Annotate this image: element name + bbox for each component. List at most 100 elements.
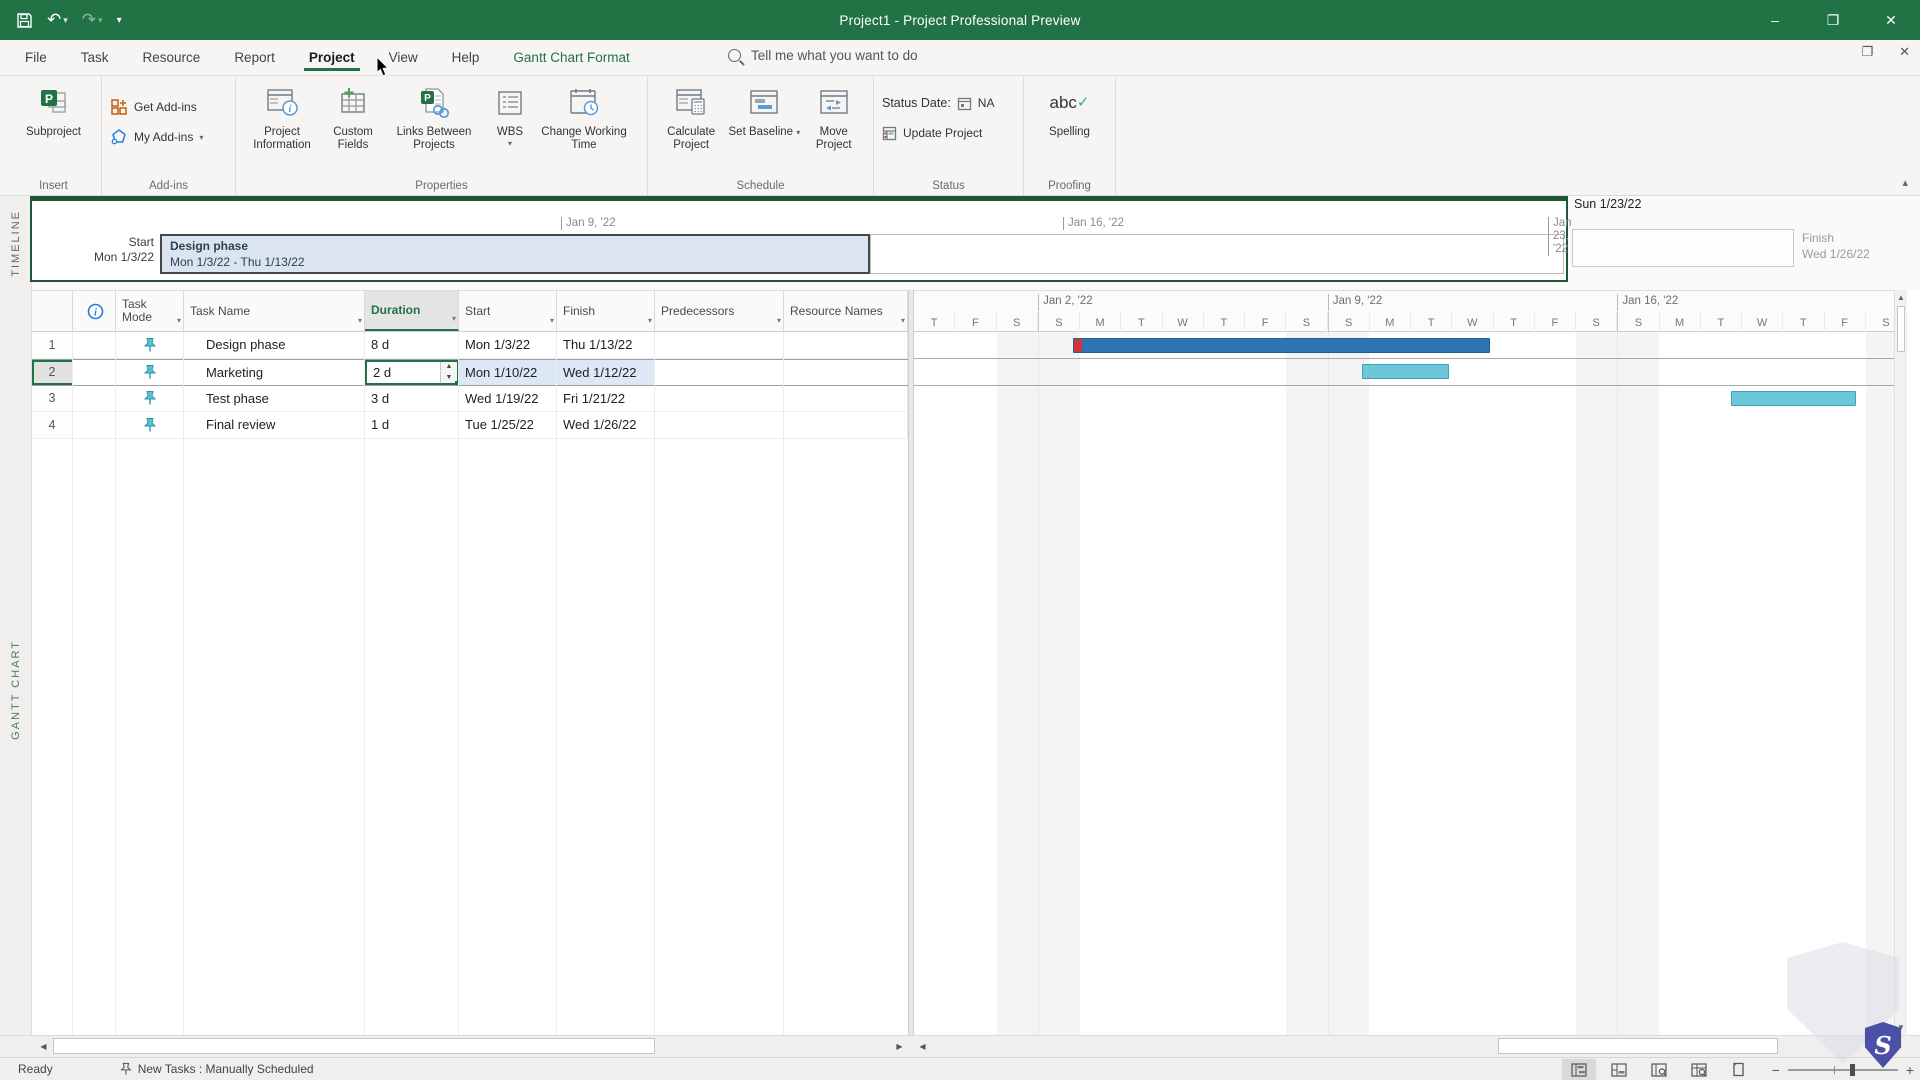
predecessors-cell[interactable] xyxy=(655,332,784,358)
view-report-button[interactable] xyxy=(1722,1059,1756,1080)
vertical-scroll-thumb[interactable] xyxy=(1897,306,1905,352)
zoom-in-button[interactable]: + xyxy=(1906,1062,1914,1078)
duration-cell[interactable]: 8 d xyxy=(365,332,459,358)
gantt-scroll-thumb[interactable] xyxy=(1498,1038,1778,1054)
minimize-button[interactable]: – xyxy=(1746,0,1804,40)
zoom-slider-thumb[interactable] xyxy=(1850,1064,1855,1076)
gantt-horizontal-scrollbar[interactable]: ◀ ▶ xyxy=(914,1038,1907,1055)
table-row[interactable]: 4 Final review 1 d Tue 1/25/22 Wed 1/26/… xyxy=(32,412,908,439)
calculate-project-button[interactable]: Calculate Project xyxy=(656,80,726,172)
predecessors-cell[interactable] xyxy=(655,412,784,438)
tab-report[interactable]: Report xyxy=(217,42,292,73)
table-row[interactable]: 3 Test phase 3 d Wed 1/19/22 Fri 1/21/22 xyxy=(32,386,908,413)
table-scroll-thumb[interactable] xyxy=(53,1038,655,1054)
row-number[interactable]: 2 xyxy=(32,360,73,385)
resource-names-cell[interactable] xyxy=(784,360,908,385)
table-horizontal-scrollbar[interactable]: ◀ ▶ xyxy=(35,1038,908,1055)
info-cell[interactable] xyxy=(73,386,116,412)
move-project-button[interactable]: Move Project xyxy=(802,80,865,172)
timeline-pane-strip[interactable]: TIMELINE xyxy=(0,196,32,290)
gantt-timescale-header[interactable]: Jan 2, '22Jan 9, '22Jan 16, '22 TFSSMTWT… xyxy=(914,290,1907,332)
scroll-up-icon[interactable]: ▲ xyxy=(1895,290,1907,305)
table-row-selected[interactable]: 2 Marketing 2 d ▲▼ Mon 1/10/22 Wed 1/12/… xyxy=(32,359,908,386)
predecessors-header[interactable]: Predecessors▾ xyxy=(655,291,784,331)
tell-me-search[interactable]: Tell me what you want to do xyxy=(728,48,918,63)
resource-names-cell[interactable] xyxy=(784,332,908,358)
spelling-button[interactable]: abc ✓ Spelling xyxy=(1032,80,1107,172)
finish-cell[interactable]: Thu 1/13/22 xyxy=(557,332,655,358)
change-working-time-button[interactable]: Change Working Time xyxy=(538,80,630,172)
gantt-bar[interactable] xyxy=(1073,338,1490,353)
duration-spinner[interactable]: ▲▼ xyxy=(440,362,457,383)
zoom-slider[interactable] xyxy=(1788,1069,1898,1071)
start-cell[interactable]: Wed 1/19/22 xyxy=(459,386,557,412)
finish-cell[interactable]: Wed 1/26/22 xyxy=(557,412,655,438)
timeline-empty-bar[interactable] xyxy=(870,234,1564,274)
timeline-overflow-bar[interactable] xyxy=(1572,229,1794,267)
new-tasks-mode-button[interactable]: New Tasks : Manually Scheduled xyxy=(119,1062,314,1076)
start-cell[interactable]: Mon 1/10/22 xyxy=(459,360,557,385)
resource-names-cell[interactable] xyxy=(784,412,908,438)
restore-button[interactable]: ❐ xyxy=(1804,0,1862,40)
doc-restore-button[interactable]: ❐ xyxy=(1861,44,1873,60)
start-cell[interactable]: Mon 1/3/22 xyxy=(459,332,557,358)
links-between-projects-button[interactable]: P Links Between Projects xyxy=(386,80,482,172)
get-addins-button[interactable]: Get Add-ins xyxy=(110,94,203,120)
tab-file[interactable]: File xyxy=(8,42,64,73)
scroll-left-icon[interactable]: ◀ xyxy=(35,1038,52,1055)
duration-cell[interactable]: 1 d xyxy=(365,412,459,438)
start-header[interactable]: Start▾ xyxy=(459,291,557,331)
tab-resource[interactable]: Resource xyxy=(126,42,218,73)
task-name-cell[interactable]: Marketing xyxy=(184,360,365,385)
gantt-bar[interactable] xyxy=(1731,391,1856,406)
finish-cell[interactable]: Wed 1/12/22 xyxy=(557,360,655,385)
view-gantt-button[interactable] xyxy=(1562,1059,1596,1080)
collapse-ribbon-button[interactable]: ▴ xyxy=(1902,176,1908,189)
info-cell[interactable] xyxy=(73,360,116,385)
update-project-button[interactable]: Update Project xyxy=(882,120,994,146)
set-baseline-button[interactable]: Set Baseline ▾ xyxy=(726,80,802,172)
task-mode-cell[interactable] xyxy=(116,412,184,438)
task-mode-header[interactable]: Task Mode▾ xyxy=(116,291,184,331)
gantt-vertical-scrollbar[interactable]: ▲ ▼ xyxy=(1894,290,1907,1035)
tab-project[interactable]: Project xyxy=(292,42,372,73)
my-addins-button[interactable]: My Add-ins ▾ xyxy=(110,124,203,150)
duration-cell[interactable]: 3 d xyxy=(365,386,459,412)
task-mode-cell[interactable] xyxy=(116,332,184,358)
start-cell[interactable]: Tue 1/25/22 xyxy=(459,412,557,438)
table-row[interactable]: 1 Design phase 8 d Mon 1/3/22 Thu 1/13/2… xyxy=(32,332,908,359)
task-name-cell[interactable]: Final review xyxy=(184,412,365,438)
zoom-out-button[interactable]: − xyxy=(1772,1062,1780,1078)
task-name-header[interactable]: Task Name▾ xyxy=(184,291,365,331)
gantt-bar[interactable] xyxy=(1362,364,1449,379)
predecessors-cell[interactable] xyxy=(655,386,784,412)
close-button[interactable]: ✕ xyxy=(1862,0,1920,40)
view-task-usage-button[interactable] xyxy=(1602,1059,1636,1080)
doc-close-button[interactable]: ✕ xyxy=(1899,44,1910,60)
timeline-task-bar-design-phase[interactable]: Design phase Mon 1/3/22 - Thu 1/13/22 xyxy=(160,234,870,274)
duration-header[interactable]: Duration▾ xyxy=(365,291,459,331)
task-mode-cell[interactable] xyxy=(116,386,184,412)
gantt-chart-body[interactable] xyxy=(914,332,1907,1035)
timeline-pane[interactable]: TIMELINE Sun 1/23/22 Jan 9, '22 Jan 16, … xyxy=(0,196,1920,290)
task-mode-cell[interactable] xyxy=(116,360,184,385)
subproject-button[interactable]: P Subproject xyxy=(16,80,92,172)
wbs-button[interactable]: WBS ▾ xyxy=(482,80,538,172)
resource-names-cell[interactable] xyxy=(784,386,908,412)
view-team-planner-button[interactable] xyxy=(1642,1059,1676,1080)
resource-names-header[interactable]: Resource Names▾ xyxy=(784,291,908,331)
row-number[interactable]: 3 xyxy=(32,386,73,412)
project-information-button[interactable]: i Project Information xyxy=(244,80,320,172)
finish-header[interactable]: Finish▾ xyxy=(557,291,655,331)
task-name-cell[interactable]: Design phase xyxy=(184,332,365,358)
duration-cell-active[interactable]: 2 d ▲▼ xyxy=(365,360,459,385)
tab-gantt-chart-format[interactable]: Gantt Chart Format xyxy=(496,42,646,73)
scroll-right-icon[interactable]: ▶ xyxy=(891,1038,908,1055)
row-number[interactable]: 4 xyxy=(32,412,73,438)
info-column-header[interactable]: i xyxy=(73,291,116,331)
custom-fields-button[interactable]: Custom Fields xyxy=(320,80,386,172)
info-cell[interactable] xyxy=(73,332,116,358)
predecessors-cell[interactable] xyxy=(655,360,784,385)
task-name-cell[interactable]: Test phase xyxy=(184,386,365,412)
tab-help[interactable]: Help xyxy=(435,42,497,73)
